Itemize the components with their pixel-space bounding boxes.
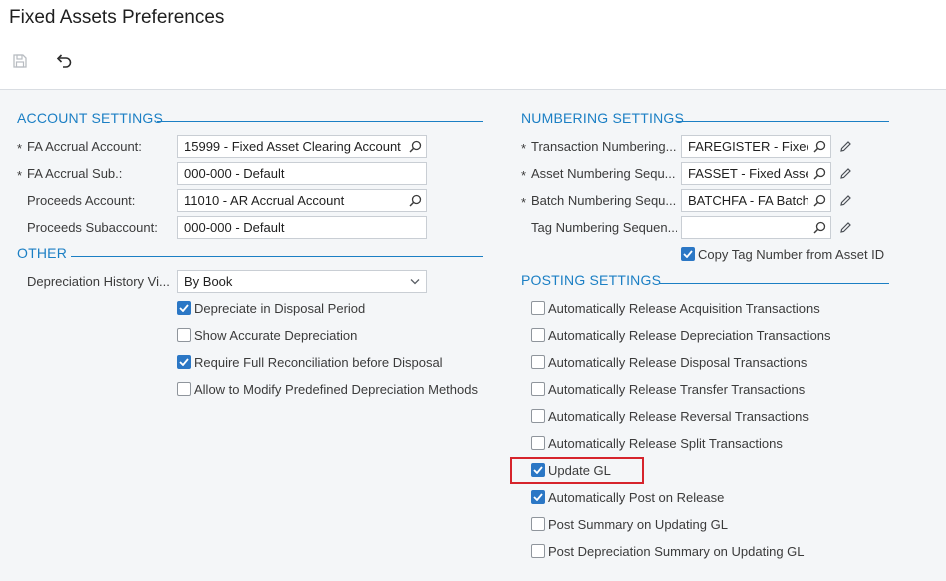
update-gl-highlight	[510, 457, 644, 484]
checkbox-label: Show Accurate Depreciation	[194, 327, 358, 343]
account-settings-divider	[157, 121, 483, 122]
allow-modify-methods-checkbox[interactable]: Allow to Modify Predefined Depreciation …	[177, 380, 478, 398]
depreciation-history-label: Depreciation History Vi...	[27, 274, 170, 289]
checkbox-unchecked-icon[interactable]	[531, 382, 545, 396]
checkbox-unchecked-icon[interactable]	[531, 409, 545, 423]
asset-numbering-value: FASSET - Fixed Asse	[688, 166, 808, 181]
proceeds-account-field[interactable]: 11010 - AR Accrual Account	[177, 189, 427, 212]
batch-numbering-value: BATCHFA - FA Batch	[688, 193, 808, 208]
fa-accrual-account-field[interactable]: 15999 - Fixed Asset Clearing Account	[177, 135, 427, 158]
post-depreciation-summary-checkbox[interactable]: Post Depreciation Summary on Updating GL	[531, 542, 805, 560]
fa-accrual-sub-label: FA Accrual Sub.:	[27, 166, 123, 181]
checkbox-unchecked-icon[interactable]	[531, 355, 545, 369]
depreciate-disposal-checkbox[interactable]: Depreciate in Disposal Period	[177, 299, 365, 317]
require-full-reconciliation-checkbox[interactable]: Require Full Reconciliation before Dispo…	[177, 353, 443, 371]
transaction-numbering-value: FAREGISTER - Fixed	[688, 139, 808, 154]
checkbox-unchecked-icon[interactable]	[531, 328, 545, 342]
fa-accrual-account-label: FA Accrual Account:	[27, 139, 142, 154]
save-button[interactable]	[7, 48, 33, 74]
required-marker: *	[521, 168, 527, 183]
undo-button[interactable]	[51, 48, 77, 74]
save-icon	[13, 54, 27, 68]
release-depreciation-checkbox[interactable]: Automatically Release Depreciation Trans…	[531, 326, 831, 344]
show-accurate-depreciation-checkbox[interactable]: Show Accurate Depreciation	[177, 326, 357, 344]
checkbox-checked-icon[interactable]	[681, 247, 695, 261]
pencil-icon[interactable]	[836, 137, 854, 155]
post-summary-checkbox[interactable]: Post Summary on Updating GL	[531, 515, 728, 533]
tag-numbering-label: Tag Numbering Sequen...	[531, 220, 677, 235]
checkbox-label: Automatically Release Reversal Transacti…	[548, 408, 809, 424]
proceeds-subaccount-value: 000-000 - Default	[184, 220, 285, 235]
release-split-checkbox[interactable]: Automatically Release Split Transactions	[531, 434, 783, 452]
batch-numbering-label: Batch Numbering Sequ...	[531, 193, 677, 208]
search-icon[interactable]	[808, 136, 830, 157]
top-bar: Fixed Assets Preferences	[0, 0, 946, 90]
proceeds-subaccount-label: Proceeds Subaccount:	[27, 220, 158, 235]
search-icon[interactable]	[404, 136, 426, 157]
checkbox-label: Automatically Release Transfer Transacti…	[548, 381, 806, 397]
copy-tag-checkbox[interactable]: Copy Tag Number from Asset ID	[681, 245, 884, 263]
numbering-settings-divider	[677, 121, 889, 122]
proceeds-account-label: Proceeds Account:	[27, 193, 136, 208]
checkbox-unchecked-icon[interactable]	[531, 436, 545, 450]
checkbox-unchecked-icon[interactable]	[531, 517, 545, 531]
pencil-icon[interactable]	[836, 218, 854, 236]
checkbox-label: Copy Tag Number from Asset ID	[698, 246, 885, 262]
batch-numbering-field[interactable]: BATCHFA - FA Batch	[681, 189, 831, 212]
other-divider	[71, 256, 483, 257]
search-icon[interactable]	[808, 217, 830, 238]
checkbox-unchecked-icon[interactable]	[531, 301, 545, 315]
asset-numbering-label: Asset Numbering Sequ...	[531, 166, 676, 181]
checkbox-label: Automatically Post on Release	[548, 489, 725, 505]
depreciation-history-value: By Book	[184, 274, 233, 289]
checkbox-label: Automatically Release Depreciation Trans…	[548, 327, 831, 343]
transaction-numbering-label: Transaction Numbering...	[531, 139, 677, 154]
tag-numbering-field[interactable]	[681, 216, 831, 239]
required-marker: *	[521, 141, 527, 156]
depreciation-history-select[interactable]: By Book	[177, 270, 427, 293]
checkbox-label: Automatically Release Disposal Transacti…	[548, 354, 808, 370]
checkbox-unchecked-icon[interactable]	[177, 328, 191, 342]
checkbox-label: Automatically Release Split Transactions	[548, 435, 783, 451]
checkbox-label: Post Summary on Updating GL	[548, 516, 728, 532]
checkbox-unchecked-icon[interactable]	[177, 382, 191, 396]
release-disposal-checkbox[interactable]: Automatically Release Disposal Transacti…	[531, 353, 807, 371]
search-icon[interactable]	[808, 190, 830, 211]
proceeds-subaccount-field[interactable]: 000-000 - Default	[177, 216, 427, 239]
checkbox-checked-icon[interactable]	[177, 355, 191, 369]
release-acquisition-checkbox[interactable]: Automatically Release Acquisition Transa…	[531, 299, 820, 317]
checkbox-unchecked-icon[interactable]	[531, 544, 545, 558]
pencil-icon[interactable]	[836, 191, 854, 209]
asset-numbering-field[interactable]: FASSET - Fixed Asse	[681, 162, 831, 185]
other-title: OTHER	[17, 245, 67, 261]
search-icon[interactable]	[808, 163, 830, 184]
required-marker: *	[17, 168, 23, 183]
page-title: Fixed Assets Preferences	[9, 7, 225, 28]
search-icon[interactable]	[404, 190, 426, 211]
checkbox-label: Automatically Release Acquisition Transa…	[548, 300, 820, 316]
fa-accrual-sub-value: 000-000 - Default	[184, 166, 285, 181]
checkbox-checked-icon[interactable]	[177, 301, 191, 315]
fa-accrual-account-value: 15999 - Fixed Asset Clearing Account	[184, 139, 401, 154]
account-settings-title: ACCOUNT SETTINGS	[17, 110, 164, 126]
checkbox-label: Allow to Modify Predefined Depreciation …	[194, 381, 478, 397]
checkbox-label: Require Full Reconciliation before Dispo…	[194, 354, 443, 370]
post-on-release-checkbox[interactable]: Automatically Post on Release	[531, 488, 724, 506]
required-marker: *	[521, 195, 527, 210]
release-reversal-checkbox[interactable]: Automatically Release Reversal Transacti…	[531, 407, 809, 425]
required-marker: *	[17, 141, 23, 156]
proceeds-account-value: 11010 - AR Accrual Account	[184, 193, 345, 208]
numbering-settings-title: NUMBERING SETTINGS	[521, 110, 685, 126]
pencil-icon[interactable]	[836, 164, 854, 182]
checkbox-checked-icon[interactable]	[531, 490, 545, 504]
undo-icon	[56, 54, 72, 68]
release-transfer-checkbox[interactable]: Automatically Release Transfer Transacti…	[531, 380, 805, 398]
chevron-down-icon[interactable]	[404, 271, 426, 292]
checkbox-label: Depreciate in Disposal Period	[194, 300, 366, 316]
posting-settings-title: POSTING SETTINGS	[521, 272, 662, 288]
checkbox-label: Post Depreciation Summary on Updating GL	[548, 543, 805, 559]
fa-accrual-sub-field[interactable]: 000-000 - Default	[177, 162, 427, 185]
transaction-numbering-field[interactable]: FAREGISTER - Fixed	[681, 135, 831, 158]
posting-settings-divider	[659, 283, 889, 284]
